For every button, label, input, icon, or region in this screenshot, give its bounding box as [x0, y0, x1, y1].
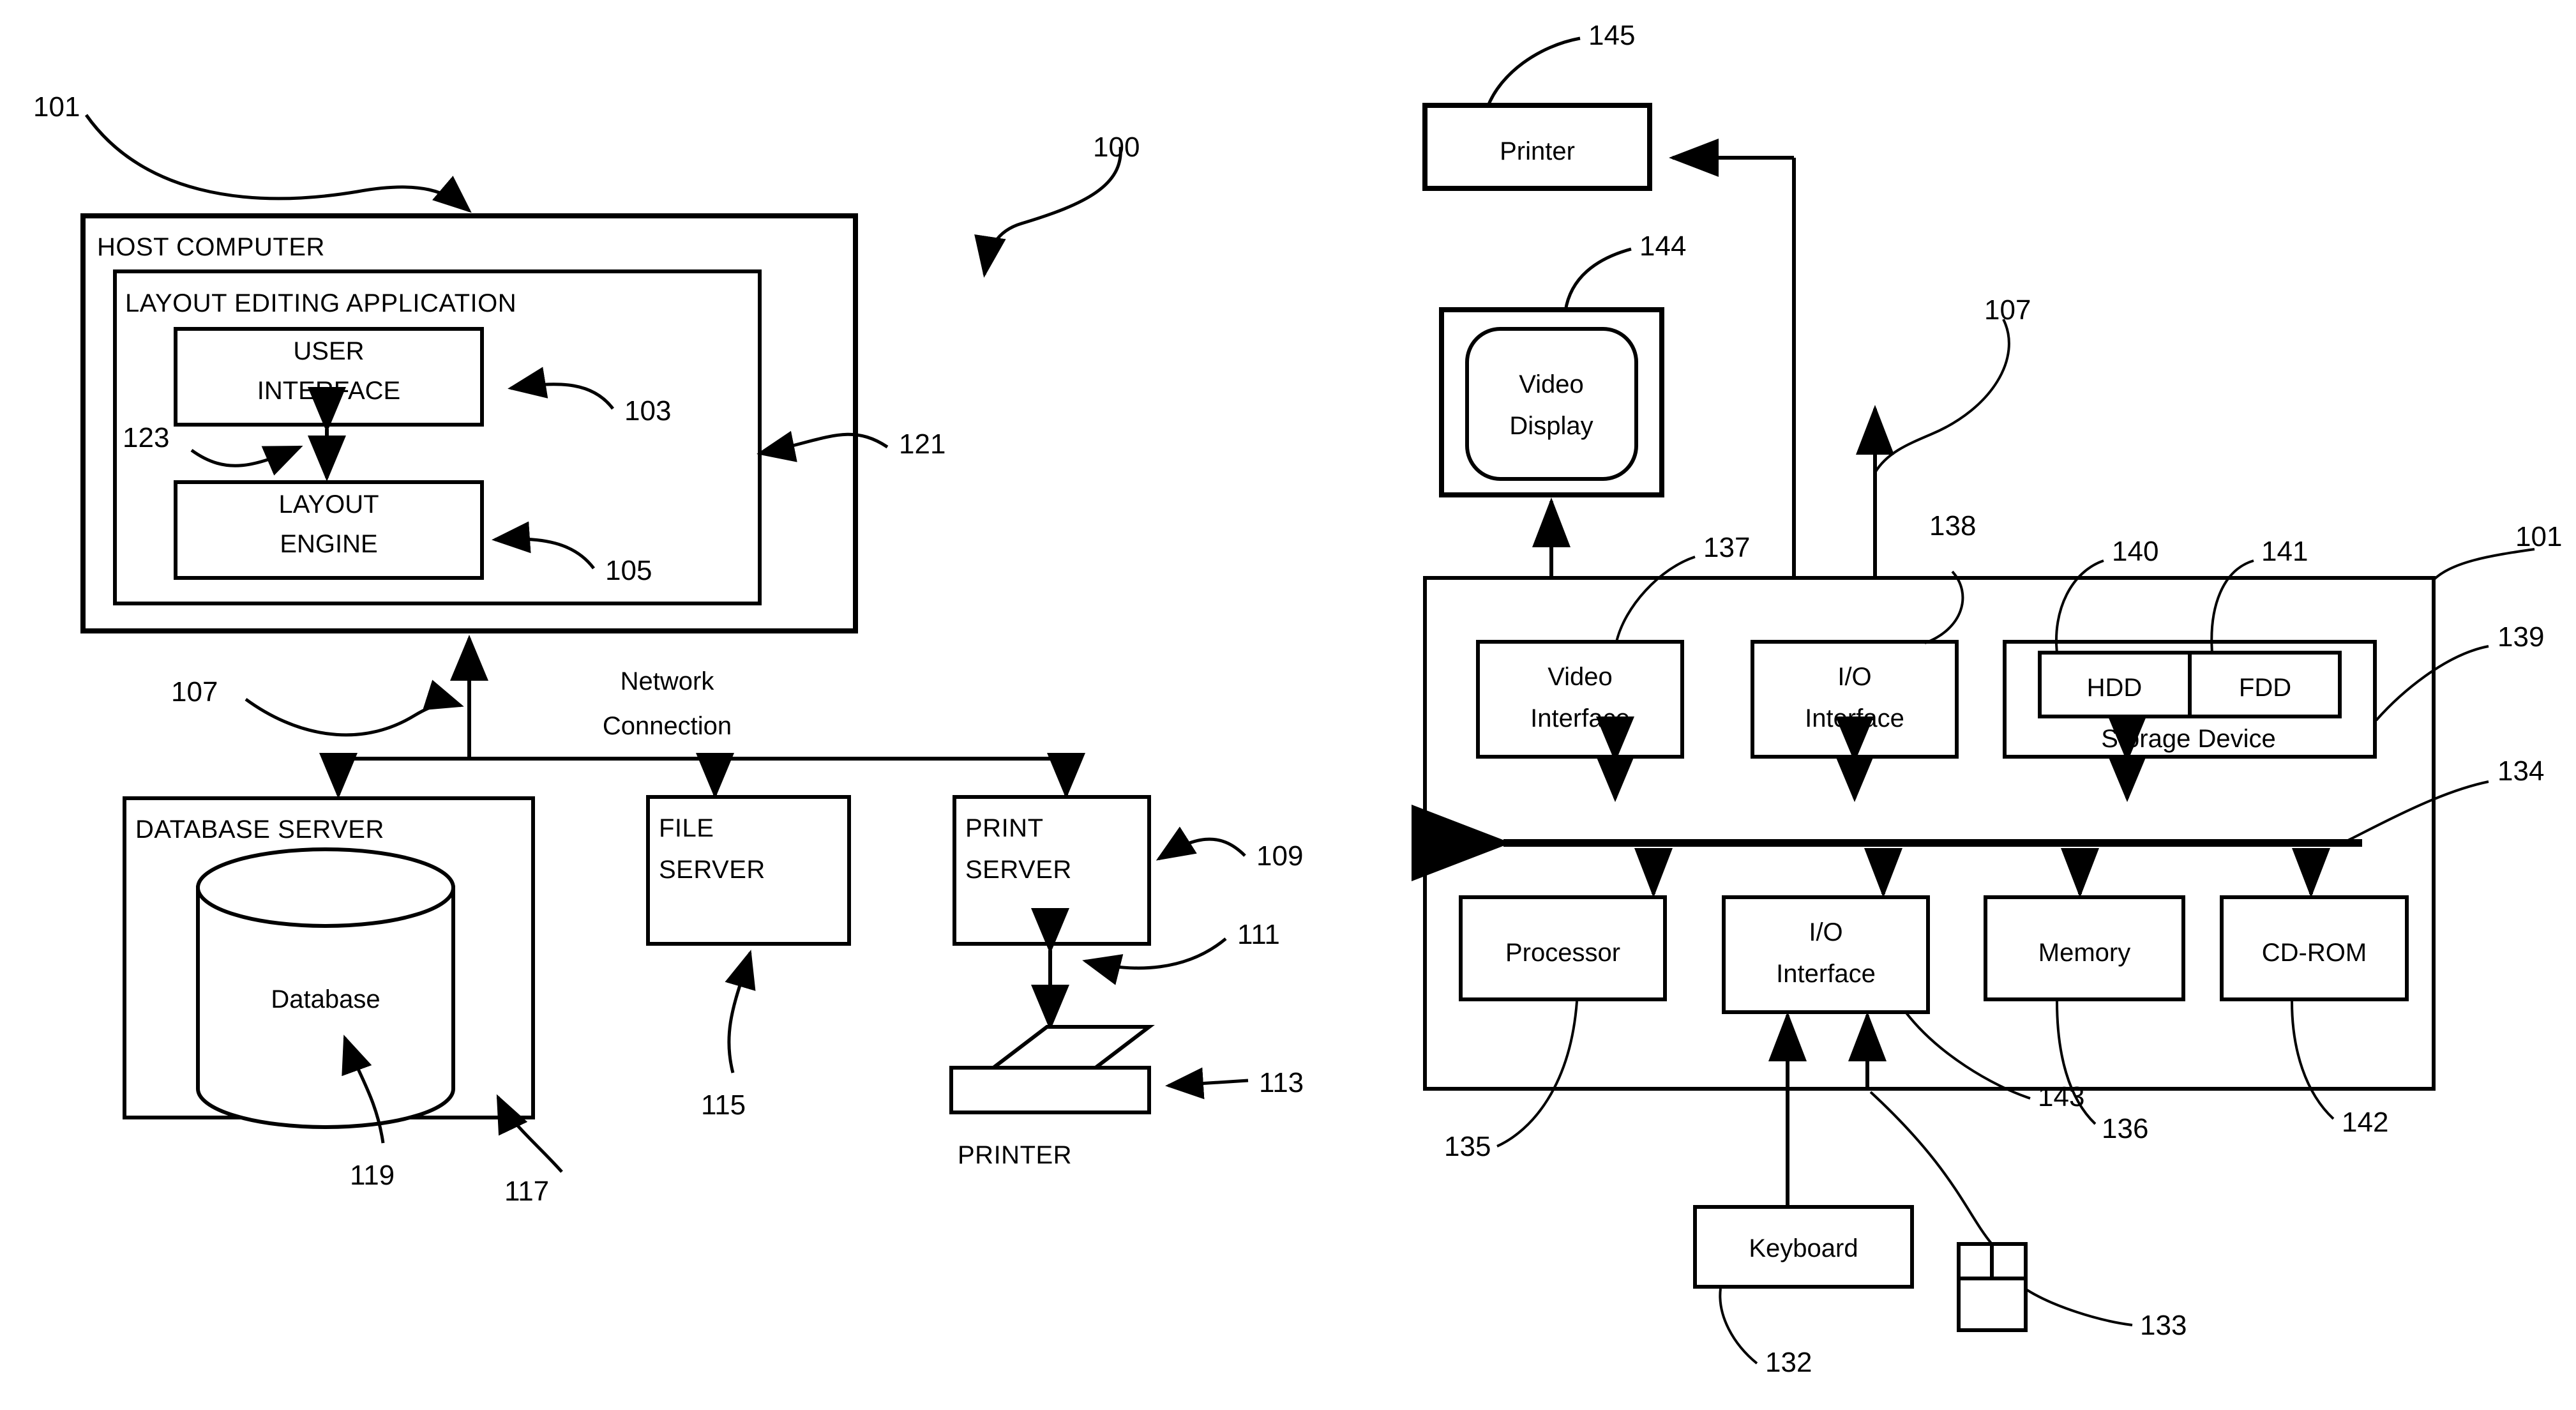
cd-rom-label: CD-ROM — [2262, 939, 2367, 967]
video-display-screen — [1465, 327, 1638, 481]
printer-label-left: PRINTER — [958, 1141, 1072, 1169]
ref-label-142: 142 — [2342, 1107, 2388, 1138]
leader-network-107-left — [245, 679, 464, 737]
printer-label-right: Printer — [1500, 137, 1575, 165]
network-connection-label-line1: Network — [621, 667, 715, 695]
ref-label-135: 135 — [1444, 1131, 1491, 1162]
ref-label-140: 140 — [2112, 536, 2158, 567]
keyboard-label: Keyboard — [1749, 1234, 1858, 1262]
ref-label-103: 103 — [624, 395, 671, 427]
ref-label-107-left: 107 — [171, 676, 218, 708]
ref-label-139: 139 — [2497, 621, 2544, 653]
file-server-label-line2: SERVER — [659, 856, 765, 884]
storage-device-label: Storage Device — [2101, 725, 2275, 753]
ref-label-109: 109 — [1256, 840, 1303, 872]
figure-canvas: 101 100 HOST COMPUTER LAYOUT EDITING APP… — [33, 20, 2562, 1378]
ref-label-113: 113 — [1259, 1067, 1304, 1098]
ref-label-101-right: 101 — [2515, 521, 2562, 552]
ref-label-105: 105 — [605, 555, 652, 586]
leader-system-100 — [974, 146, 1122, 278]
io-interface-bottom-label-line1: I/O — [1809, 918, 1842, 946]
ref-label-123: 123 — [123, 422, 169, 453]
memory-label: Memory — [2038, 939, 2130, 967]
fdd-label: FDD — [2239, 674, 2291, 702]
ref-label-132: 132 — [1765, 1347, 1812, 1378]
user-interface-label-line2: INTERFACE — [257, 377, 400, 405]
io-interface-bottom-box — [1722, 895, 1930, 1014]
ref-label-134: 134 — [2497, 755, 2544, 787]
ref-label-111: 111 — [1237, 919, 1280, 950]
print-server-label-line1: PRINT — [965, 814, 1044, 842]
layout-engine-label-line2: ENGINE — [280, 530, 377, 558]
ref-label-138: 138 — [1929, 510, 1976, 542]
ref-label-115: 115 — [701, 1089, 746, 1121]
ref-label-121: 121 — [899, 428, 945, 460]
network-connection-label-line2: Connection — [603, 712, 732, 740]
ref-label-101-left: 101 — [33, 91, 80, 123]
ref-label-100: 100 — [1093, 132, 1140, 163]
host-computer-label: HOST COMPUTER — [97, 233, 325, 261]
file-server-label-line1: FILE — [659, 814, 714, 842]
leader-video-display-144 — [1563, 247, 1632, 312]
video-interface-label-line1: Video — [1548, 663, 1613, 691]
ref-label-136: 136 — [2102, 1113, 2148, 1144]
video-interface-box — [1476, 640, 1684, 759]
database-label: Database — [271, 985, 380, 1013]
ref-label-144: 144 — [1639, 231, 1686, 262]
ref-label-137: 137 — [1703, 532, 1750, 563]
patent-figure: 101 100 HOST COMPUTER LAYOUT EDITING APP… — [0, 0, 2576, 1410]
leader-printer-113 — [1165, 1067, 1249, 1100]
hdd-label: HDD — [2087, 674, 2143, 702]
ref-label-145: 145 — [1588, 20, 1635, 51]
leader-file-server-115 — [725, 950, 756, 1073]
user-interface-label-line1: USER — [293, 337, 364, 365]
layout-editing-application-label: LAYOUT EDITING APPLICATION — [125, 289, 516, 317]
video-display-label-line2: Display — [1509, 412, 1593, 440]
printer-feed-line — [1669, 139, 1796, 578]
printer-icon-left — [949, 1025, 1155, 1114]
processor-label: Processor — [1505, 939, 1620, 967]
ref-label-143: 143 — [2038, 1081, 2084, 1112]
ref-label-107-right: 107 — [1984, 294, 2031, 326]
ref-label-119: 119 — [350, 1160, 395, 1191]
mouse-icon — [1957, 1242, 2028, 1332]
video-interface-label-line2: Interface — [1530, 704, 1630, 732]
ref-label-117: 117 — [504, 1176, 549, 1207]
ref-label-133: 133 — [2140, 1310, 2187, 1341]
io-interface-top-label-line2: Interface — [1805, 704, 1904, 732]
video-display-label-line1: Video — [1519, 370, 1584, 398]
layout-engine-label-line1: LAYOUT — [278, 490, 379, 519]
leader-network-107-right — [1874, 319, 2010, 474]
leader-mouse-133 — [2026, 1289, 2133, 1326]
io-interface-top-label-line1: I/O — [1837, 663, 1871, 691]
leader-host-computer-101 — [84, 114, 472, 213]
print-server-label-line2: SERVER — [965, 856, 1072, 884]
io-interface-bottom-label-line2: Interface — [1776, 960, 1876, 988]
leader-keyboard-132 — [1719, 1288, 1758, 1365]
leader-computer-101-right — [2432, 548, 2535, 581]
leader-print-server-109 — [1156, 826, 1246, 861]
ref-label-141: 141 — [2261, 536, 2308, 567]
io-interface-top-box — [1751, 640, 1959, 759]
database-server-label: DATABASE SERVER — [135, 815, 384, 844]
leader-printer-145 — [1486, 36, 1581, 108]
